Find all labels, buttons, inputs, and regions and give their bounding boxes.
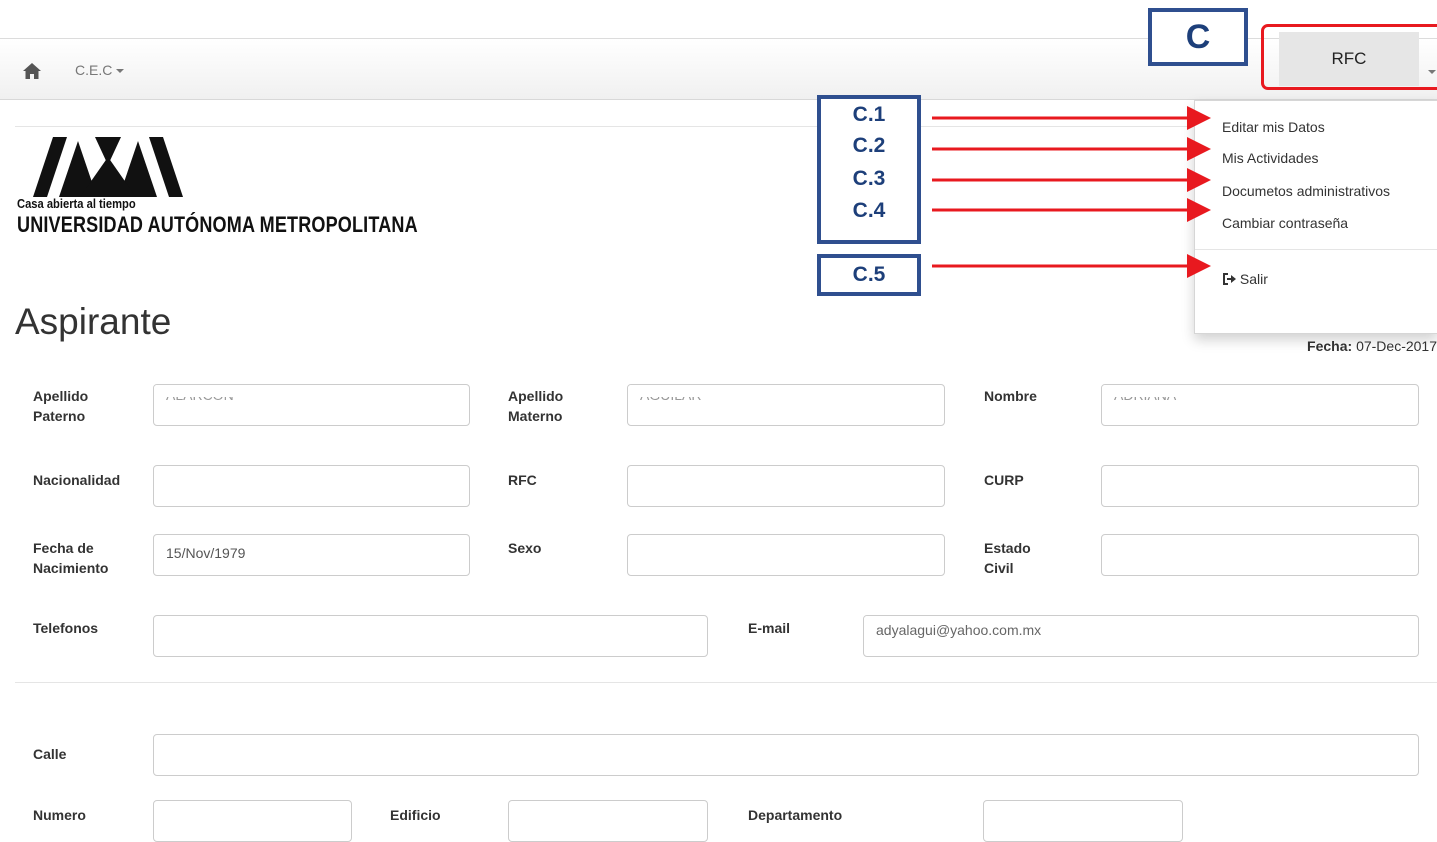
annotation-arrows bbox=[932, 106, 1211, 278]
annotation-c3: C.3 bbox=[852, 167, 886, 190]
annotation-c1-c4: C.1 C.2 C.3 C.4 bbox=[817, 95, 921, 244]
annotation-c5: C.5 bbox=[817, 254, 921, 296]
annotation-c: C bbox=[1148, 8, 1248, 66]
annotation-c1: C.1 bbox=[852, 103, 886, 126]
annotation-c4: C.4 bbox=[852, 199, 886, 222]
annotation-c2: C.2 bbox=[852, 134, 886, 157]
